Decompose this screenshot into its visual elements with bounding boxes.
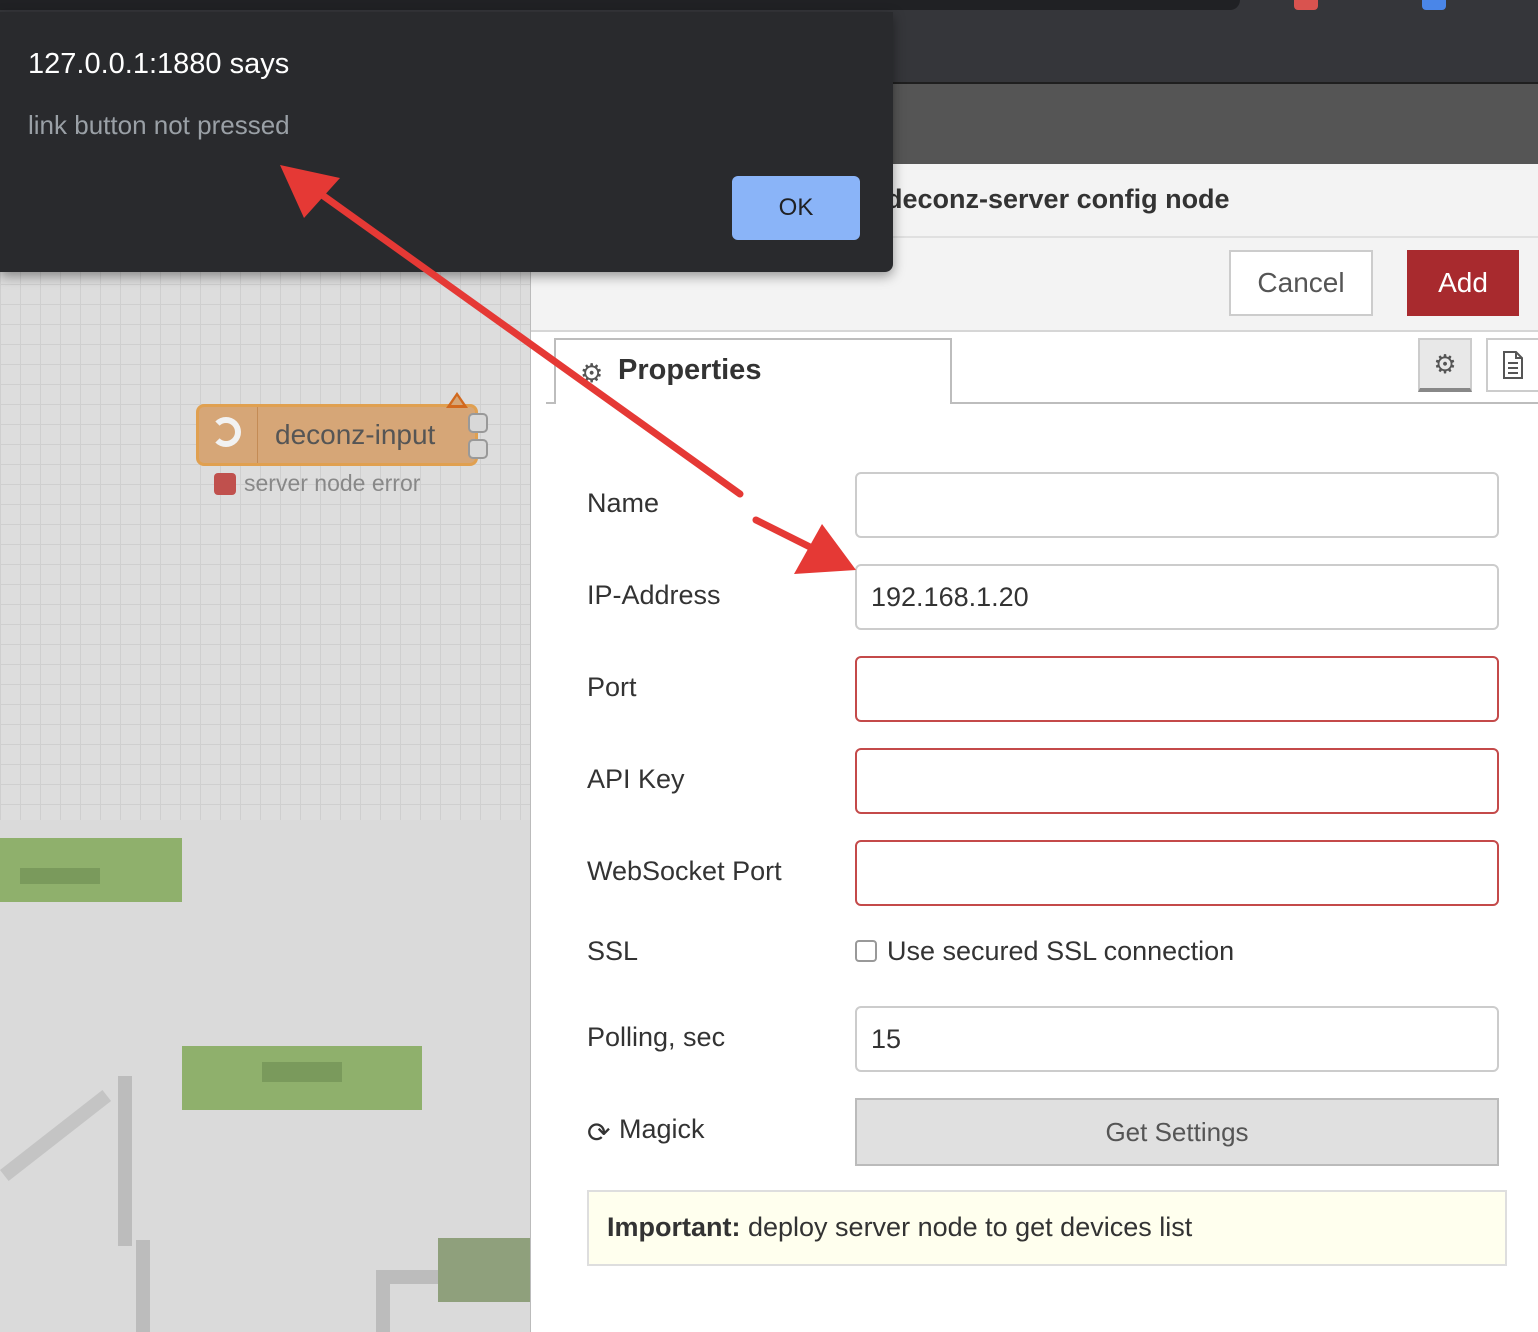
refresh-icon: ⟳ [587, 1117, 611, 1148]
extension-icon-blue[interactable] [1422, 0, 1446, 10]
node-status-text: server node error [244, 470, 421, 496]
ip-address-input[interactable] [855, 564, 1499, 630]
output-port[interactable] [468, 413, 488, 433]
ssl-checkbox-label[interactable]: Use secured SSL connection [887, 936, 1234, 967]
api-key-label: API Key [587, 764, 685, 794]
tip-bold: Important: [607, 1212, 741, 1242]
browser-tab-strip [0, 0, 1240, 10]
alert-dialog: 127.0.0.1:1880 says link button not pres… [0, 12, 893, 272]
tray-title: deconz-server config node [886, 184, 1230, 214]
blurred-node-label [262, 1062, 342, 1082]
description-tab-button[interactable] [1486, 338, 1538, 392]
alert-ok-button[interactable]: OK [732, 176, 860, 240]
alert-title: 127.0.0.1:1880 says [28, 48, 290, 80]
ssl-checkbox[interactable] [855, 940, 877, 962]
blurred-wire [136, 1240, 150, 1332]
blurred-wire [376, 1270, 438, 1284]
cancel-button[interactable]: Cancel [1229, 250, 1373, 316]
gear-icon: ⚙ [1433, 348, 1457, 379]
name-input[interactable] [855, 472, 1499, 538]
ip-address-label: IP-Address [587, 580, 721, 610]
blurred-workspace-area [0, 820, 535, 1332]
port-label: Port [587, 672, 637, 702]
add-button[interactable]: Add [1407, 250, 1519, 316]
node-label: deconz-input [275, 419, 436, 450]
info-tip: Important: deploy server node to get dev… [587, 1190, 1507, 1266]
blurred-node [438, 1238, 535, 1302]
magick-label: Magick [619, 1114, 705, 1144]
deconz-input-node[interactable]: deconz-input [196, 404, 478, 466]
alert-message: link button not pressed [28, 110, 290, 140]
blurred-wire [118, 1076, 132, 1246]
polling-label: Polling, sec [587, 1022, 726, 1052]
port-input[interactable] [855, 656, 1499, 722]
tab-properties-label: Properties [618, 354, 762, 386]
websocket-port-label: WebSocket Port [587, 856, 782, 886]
blurred-wire [0, 1089, 112, 1182]
ssl-label: SSL [587, 936, 639, 966]
polling-input[interactable] [855, 1006, 1499, 1072]
get-settings-button[interactable]: Get Settings [855, 1098, 1499, 1166]
extension-icon-red[interactable] [1294, 0, 1318, 10]
output-port[interactable] [468, 439, 488, 459]
status-indicator [214, 473, 236, 495]
document-icon [1503, 351, 1523, 379]
blurred-wire [376, 1284, 390, 1332]
tip-text: deploy server node to get devices list [740, 1212, 1193, 1242]
settings-tab-button[interactable]: ⚙ [1418, 338, 1472, 392]
name-label: Name [587, 488, 660, 518]
tray-tabs: ⚙ Properties ⚙ [546, 330, 1538, 404]
node-icon [211, 417, 241, 447]
edit-tray: deconz-server config node Cancel Add ⚙ P… [530, 164, 1538, 1332]
blurred-node-label [20, 868, 100, 884]
api-key-input[interactable] [855, 748, 1499, 814]
node-icon-box [199, 407, 258, 463]
warning-icon [446, 392, 468, 408]
websocket-port-input[interactable] [855, 840, 1499, 906]
tab-properties[interactable]: ⚙ Properties [554, 338, 952, 404]
gear-icon: ⚙ [580, 358, 604, 388]
